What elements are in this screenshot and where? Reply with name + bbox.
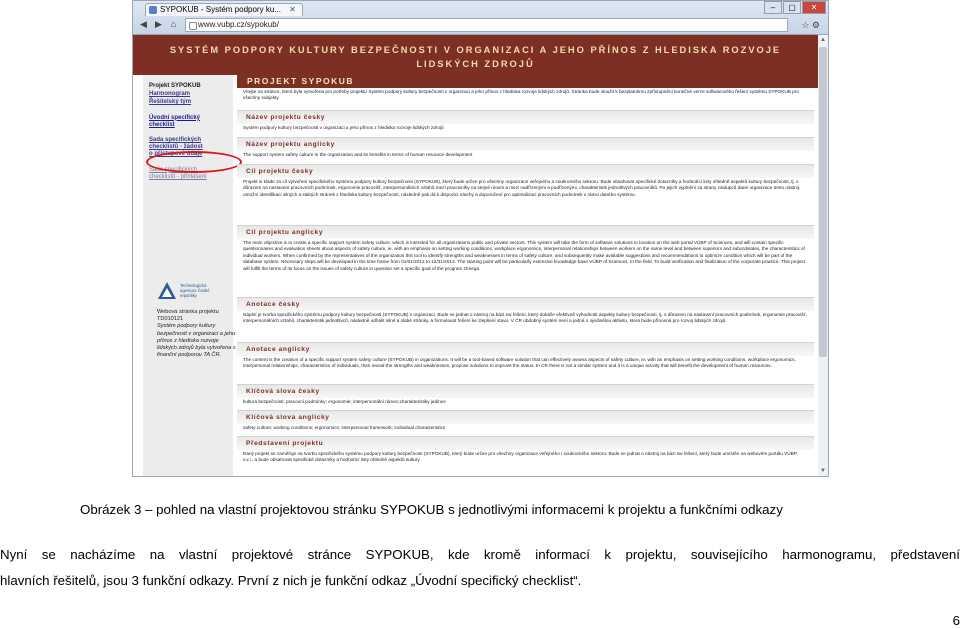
section-heading: Cíl projektu česky (237, 164, 814, 178)
address-bar[interactable]: www.vubp.cz/sypokub/ (185, 18, 788, 32)
agency-logo: Technologická agentura České republiky (157, 281, 213, 303)
section-goal-cz: Cíl projektu česky Projekt si klade za c… (237, 164, 814, 199)
section-text: Daný projekt se zaměřuje na tvorbu speci… (243, 451, 798, 463)
maximize-button[interactable]: ▢ (783, 1, 801, 14)
figure-caption: Obrázek 3 – pohled na vlastní projektovo… (80, 502, 783, 517)
agency-name: Technologická agentura České republiky (180, 283, 210, 298)
scroll-down-icon[interactable]: ▼ (818, 466, 828, 476)
section-keywords-en: Klíčová slova anglicky safety culture; w… (237, 410, 814, 432)
section-heading: Představení projektu (237, 436, 814, 450)
agency-logo-icon (158, 282, 176, 299)
section-heading: Klíčová slova anglicky (237, 410, 814, 424)
sidebar-title: Projekt SYPOKUB (149, 83, 201, 89)
sidebar-link-team[interactable]: Řešitelský tým (149, 99, 227, 106)
section-text: Náplní je tvorba specifického systému po… (243, 312, 807, 324)
section-text: The content is the creation of a specifi… (243, 357, 796, 369)
tab-close-icon[interactable]: ✕ (289, 5, 296, 14)
page-icon (189, 22, 197, 30)
section-text: Systém podpory kultury bezpečnosti v org… (243, 125, 444, 130)
home-button[interactable]: ⌂ (167, 18, 180, 31)
section-heading: Anotace česky (237, 297, 814, 311)
minimize-button[interactable]: – (764, 1, 782, 14)
close-window-button[interactable]: ✕ (802, 1, 826, 14)
section-heading: Klíčová slova česky (237, 384, 814, 398)
section-keywords-cz: Klíčová slova česky kultura bezpečnosti;… (237, 384, 814, 406)
favicon-icon (149, 6, 157, 14)
section-presentation: Představení projektu Daný projekt se zam… (237, 436, 814, 465)
scrollbar-thumb[interactable] (819, 47, 827, 357)
section-text: kultura bezpečnosti; pracovní podmínky; … (243, 399, 446, 404)
project-header: PROJEKT SYPOKUB (237, 75, 818, 88)
section-heading: Anotace anglicky (237, 342, 814, 356)
vertical-scrollbar[interactable]: ▲ ▼ (817, 35, 828, 476)
sidebar-info-title: Webová stránka projektu TD010121 (157, 309, 219, 323)
section-heading: Cíl projektu anglicky (237, 225, 814, 239)
paragraph-line-2: hlavních řešitelů, jsou 3 funkční odkazy… (0, 573, 582, 588)
section-text: Projekt si klade za cíl vytvoření specif… (243, 179, 800, 197)
section-goal-en: Cíl projektu anglicky The main objective… (237, 225, 814, 273)
intro-text: Vítejte na stránce, která byla vytvořena… (243, 89, 800, 101)
section-annotation-en: Anotace anglicky The content is the crea… (237, 342, 814, 371)
section-text: safety culture; working conditions; ergo… (243, 425, 446, 430)
scroll-up-icon[interactable]: ▲ (818, 35, 828, 45)
section-heading: Název projektu česky (237, 110, 814, 124)
highlight-oval (146, 151, 242, 173)
section-text: The main objective is to create a specif… (243, 240, 806, 271)
web-page: SYSTÉM PODPORY KULTURY BEZPEČNOSTI V ORG… (133, 35, 818, 476)
browser-screenshot: SYPOKUB - Systém podpory ku... ✕ – ▢ ✕ ◀… (132, 0, 829, 477)
browser-tab[interactable]: SYPOKUB - Systém podpory ku... ✕ (145, 3, 303, 16)
section-title-en: Název projektu anglicky The support syst… (237, 137, 814, 159)
section-annotation-cz: Anotace česky Náplní je tvorba specifick… (237, 297, 814, 326)
browser-chrome: SYPOKUB - Systém podpory ku... ✕ – ▢ ✕ ◀… (133, 1, 828, 35)
sidebar-info: Webová stránka projektu TD010121 Systém … (157, 309, 237, 359)
settings-icon[interactable]: ☆ ⚙ (801, 20, 820, 31)
page-number: 6 (952, 613, 960, 628)
tab-title: SYPOKUB - Systém podpory ku... (160, 5, 281, 14)
address-text: www.vubp.cz/sypokub/ (198, 20, 279, 29)
sidebar-link-harmonogram[interactable]: Harmonogram (149, 91, 227, 98)
window-controls: – ▢ ✕ (763, 1, 826, 14)
sidebar: Projekt SYPOKUB Harmonogram Řešitelský t… (143, 75, 242, 476)
sidebar-info-body: Systém podpory kultury bezpečnosti v org… (157, 323, 236, 359)
main-content: PROJEKT SYPOKUB Vítejte na stránce, kter… (237, 75, 818, 476)
section-title-cz: Název projektu česky Systém podpory kult… (237, 110, 814, 132)
paragraph-line-1: Nyní se nacházíme na vlastní projektové … (0, 547, 960, 562)
back-button[interactable]: ◀ (137, 18, 150, 31)
section-heading: Název projektu anglicky (237, 137, 814, 151)
sidebar-link-checklist[interactable]: Úvodní specifický checklist (149, 115, 227, 129)
section-text: The support system safety culture in the… (243, 152, 473, 157)
nav-bar: ◀ ▶ ⌂ www.vubp.cz/sypokub/ ☆ ⚙ (133, 17, 828, 33)
forward-button[interactable]: ▶ (152, 18, 165, 31)
site-banner: SYSTÉM PODPORY KULTURY BEZPEČNOSTI V ORG… (133, 35, 818, 75)
